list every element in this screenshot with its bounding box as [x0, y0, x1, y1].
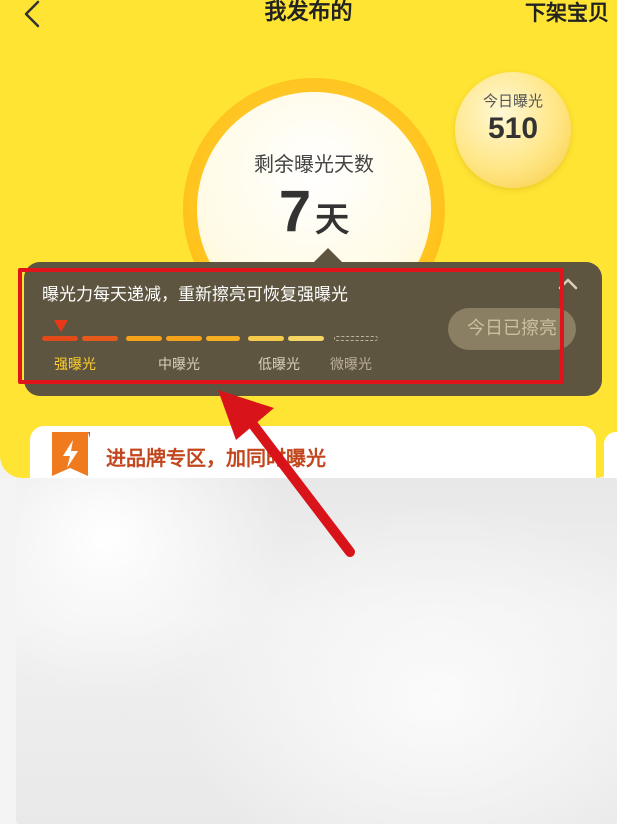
nav-bar: 我发布的 下架宝贝 — [0, 0, 617, 34]
lightning-icon — [52, 432, 90, 476]
today-exposure-badge[interactable]: 今日曝光 510 — [455, 72, 571, 188]
remaining-days-number: 7 — [278, 179, 312, 244]
annotation-highlight-box — [18, 268, 564, 384]
blurred-content-area — [16, 478, 617, 824]
remaining-days-unit: 天 — [315, 200, 350, 240]
brand-zone-text: 进品牌专区，加同时曝光 — [106, 446, 326, 470]
tooltip-pointer — [312, 248, 344, 264]
today-exposure-value: 510 — [487, 112, 539, 145]
remaining-days-value: 7天 — [197, 178, 431, 245]
today-exposure-label: 今日曝光 — [482, 92, 543, 110]
app-screen: 我发布的 下架宝贝 剩余曝光天数 7天 今日曝光 510 曝光力每天递减，重新擦… — [0, 0, 617, 824]
unlist-items-button[interactable]: 下架宝贝 — [525, 0, 609, 26]
next-card-edge — [604, 432, 617, 478]
remaining-days-label: 剩余曝光天数 — [254, 152, 374, 176]
content-gutter — [0, 478, 16, 824]
